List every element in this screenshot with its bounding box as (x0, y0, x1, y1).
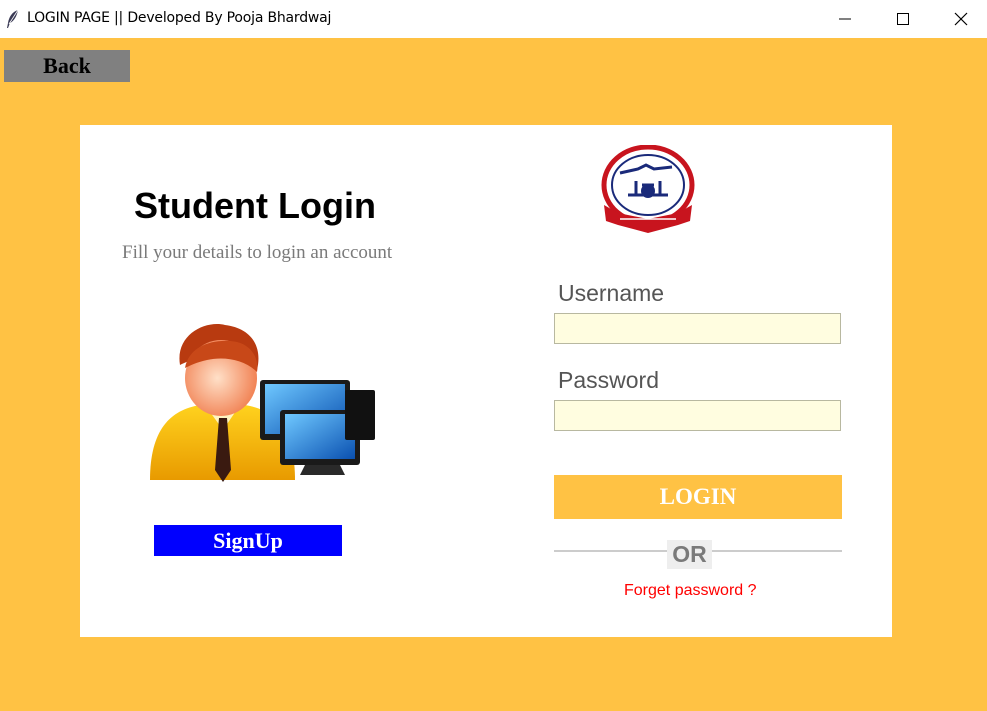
window-titlebar: LOGIN PAGE || Developed By Pooja Bhardwa… (0, 0, 987, 38)
username-input[interactable] (554, 313, 841, 344)
feather-icon (7, 9, 19, 28)
close-icon (954, 12, 968, 26)
signup-button[interactable]: SignUp (154, 525, 342, 556)
password-input[interactable] (554, 400, 841, 431)
window-title: LOGIN PAGE || Developed By Pooja Bhardwa… (27, 10, 332, 26)
minimize-icon (839, 18, 851, 20)
username-label: Username (558, 280, 665, 306)
page-title: Student Login (134, 185, 376, 226)
maximize-icon (897, 13, 909, 25)
password-label: Password (558, 367, 659, 393)
minimize-button[interactable] (816, 0, 874, 38)
or-divider: OR (667, 540, 712, 569)
login-card: Student Login Fill your details to login… (80, 125, 892, 637)
login-button[interactable]: LOGIN (554, 475, 842, 519)
college-emblem-icon (601, 145, 695, 233)
page-subtitle: Fill your details to login an account (122, 242, 393, 263)
user-computer-icon (150, 324, 375, 482)
app-background: Back Student Login Fill your details to … (0, 38, 987, 711)
forget-password-link[interactable]: Forget password ? (624, 582, 757, 600)
back-button[interactable]: Back (4, 50, 130, 82)
close-button[interactable] (932, 0, 987, 38)
divider-right (712, 550, 842, 552)
maximize-button[interactable] (874, 0, 932, 38)
divider-left (554, 550, 667, 552)
